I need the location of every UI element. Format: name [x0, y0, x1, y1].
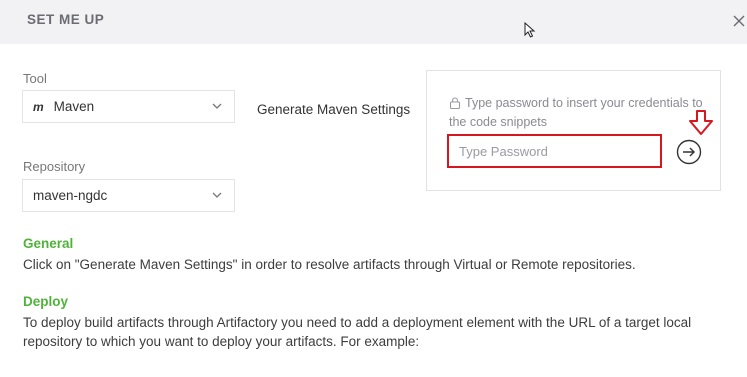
tool-label: Tool	[23, 71, 47, 86]
arrow-down-annotation-icon	[689, 110, 713, 135]
chevron-down-icon	[212, 192, 222, 198]
chevron-down-icon	[212, 103, 222, 109]
password-input[interactable]	[449, 136, 660, 166]
repository-selected-value: maven-ngdc	[33, 188, 108, 203]
password-field[interactable]	[447, 134, 662, 168]
lock-icon	[449, 97, 461, 109]
mouse-cursor-icon	[524, 22, 536, 38]
deploy-heading: Deploy	[23, 294, 69, 309]
tool-selected-value: Maven	[53, 99, 95, 114]
arrow-right-circle-icon[interactable]	[676, 139, 702, 165]
tool-select[interactable]: m Maven	[22, 90, 235, 123]
general-heading: General	[23, 236, 74, 251]
deploy-text: To deploy build artifacts through Artifa…	[23, 315, 692, 349]
dialog-header: SET ME UP	[0, 0, 747, 44]
generate-maven-settings-link[interactable]: Generate Maven Settings	[257, 102, 410, 117]
repository-label: Repository	[23, 159, 86, 174]
password-panel: Type password to insert your credentials…	[426, 70, 721, 191]
close-icon[interactable]	[732, 14, 746, 28]
general-text: Click on "Generate Maven Settings" in or…	[23, 257, 636, 272]
repository-select[interactable]: maven-ngdc	[22, 179, 235, 212]
dialog-title: SET ME UP	[27, 12, 105, 27]
maven-logo-icon: m	[33, 100, 44, 114]
password-hint: Type password to insert your credentials…	[449, 96, 703, 129]
